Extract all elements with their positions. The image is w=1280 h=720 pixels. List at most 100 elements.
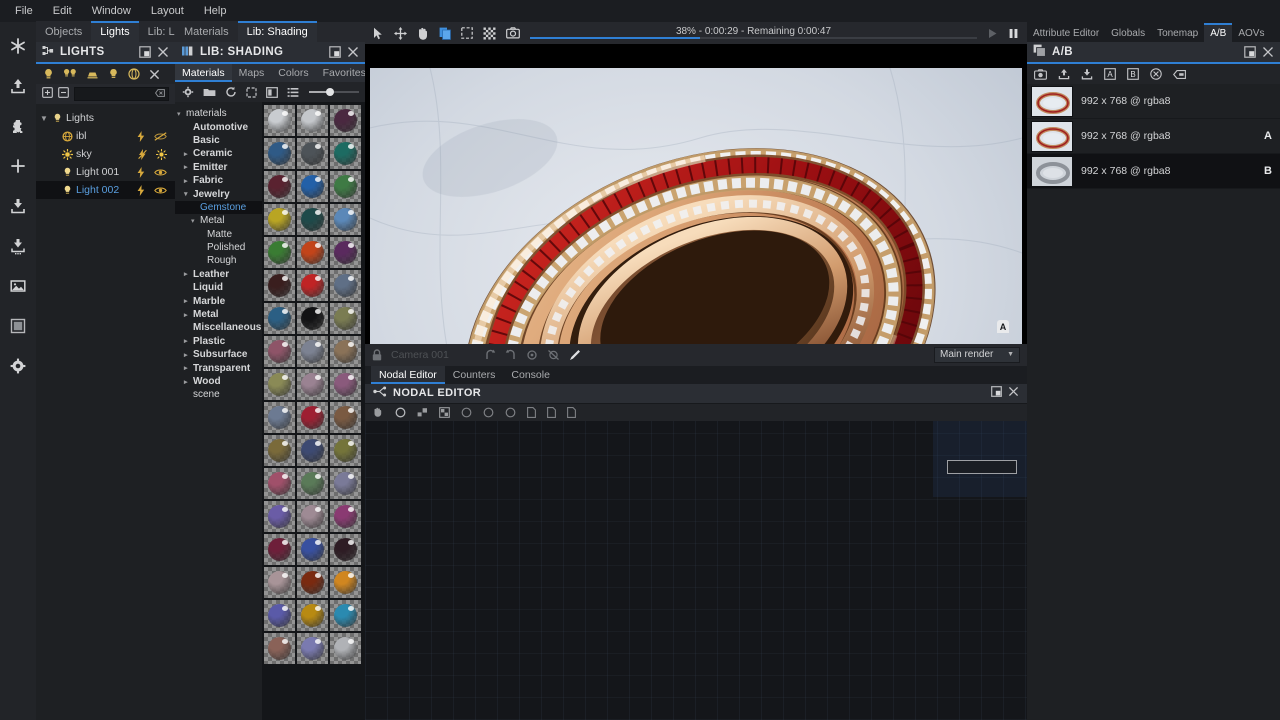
light-power-toggle-icon[interactable] — [137, 166, 145, 178]
chevron-icon[interactable]: ▸ — [184, 337, 193, 345]
material-swatch[interactable] — [264, 204, 295, 235]
material-category-metal[interactable]: ▸ Metal — [175, 308, 262, 321]
light-row-ibl[interactable]: ibl — [36, 127, 175, 145]
material-swatch[interactable] — [264, 402, 295, 433]
material-swatch[interactable] — [264, 567, 295, 598]
material-category-wood[interactable]: ▸ Wood — [175, 375, 262, 388]
lib-subtab-colors[interactable]: Colors — [271, 64, 315, 82]
tab-counters[interactable]: Counters — [445, 366, 504, 384]
add-icon[interactable] — [6, 154, 30, 178]
grab-icon[interactable] — [373, 407, 384, 417]
settings-gear-icon[interactable] — [6, 354, 30, 378]
clear-icon[interactable] — [1150, 68, 1162, 80]
material-swatch[interactable] — [264, 303, 295, 334]
material-swatch[interactable] — [297, 237, 328, 268]
plugin-icon[interactable] — [6, 114, 30, 138]
graph-node[interactable] — [947, 459, 1017, 474]
page3-icon[interactable] — [567, 406, 576, 418]
tab-console[interactable]: Console — [503, 366, 558, 384]
render-canvas[interactable]: A — [365, 44, 1027, 344]
light-row-light-002[interactable]: Light 002 — [36, 181, 175, 199]
material-swatch[interactable] — [330, 237, 361, 268]
material-swatch[interactable] — [330, 567, 361, 598]
material-swatch[interactable] — [297, 171, 328, 202]
select-arrow-icon[interactable] — [373, 27, 384, 40]
light-power-toggle-icon[interactable] — [137, 184, 145, 196]
light-row-light-001[interactable]: Light 001 — [36, 163, 175, 181]
tab-tonemap[interactable]: Tonemap — [1151, 25, 1204, 42]
ab-render-item[interactable]: 992 x 768 @ rgba8 A — [1027, 119, 1280, 154]
material-swatch[interactable] — [264, 369, 295, 400]
material-swatch[interactable] — [264, 600, 295, 631]
lib-panel-close-icon[interactable] — [347, 46, 359, 58]
area-light-icon[interactable] — [86, 69, 99, 80]
page2-icon[interactable] — [547, 406, 556, 418]
render-region-select-icon[interactable] — [461, 27, 473, 39]
material-swatch[interactable] — [264, 435, 295, 466]
light-visibility-toggle-icon[interactable] — [154, 167, 167, 178]
material-swatch[interactable] — [264, 336, 295, 367]
texture-node-icon[interactable] — [439, 406, 450, 418]
menu-item-file[interactable]: File — [6, 2, 42, 20]
clear-search-icon[interactable] — [154, 88, 165, 100]
lib-subtab-materials[interactable]: Materials — [175, 64, 232, 82]
chevron-icon[interactable]: ▸ — [184, 378, 193, 386]
material-swatch[interactable] — [330, 435, 361, 466]
material-swatch[interactable] — [330, 270, 361, 301]
tab-attribute-editor[interactable]: Attribute Editor — [1027, 25, 1105, 42]
lights-tree-root[interactable]: ▼ Lights — [36, 109, 175, 127]
chevron-icon[interactable]: ▸ — [184, 270, 193, 278]
camera-out-icon[interactable] — [484, 349, 496, 361]
light-row-sky[interactable]: sky — [36, 145, 175, 163]
render-region-icon[interactable] — [6, 314, 30, 338]
material-swatch[interactable] — [264, 105, 295, 136]
material-swatch[interactable] — [264, 468, 295, 499]
page-icon[interactable] — [527, 406, 536, 418]
nodal-canvas[interactable] — [365, 420, 1027, 720]
set-a-icon[interactable]: A — [1104, 68, 1116, 80]
node-icon[interactable] — [417, 407, 428, 418]
material-category-marble[interactable]: ▸ Marble — [175, 294, 262, 307]
tab-globals[interactable]: Globals — [1105, 25, 1151, 42]
material-swatch[interactable] — [264, 501, 295, 532]
menu-item-edit[interactable]: Edit — [44, 2, 81, 20]
material-category-fabric[interactable]: ▸ Fabric — [175, 174, 262, 187]
import-icon[interactable] — [6, 194, 30, 218]
material-swatch[interactable] — [330, 600, 361, 631]
lights-panel-close-icon[interactable] — [157, 46, 169, 58]
material-swatch[interactable] — [297, 501, 328, 532]
nodal-close-icon[interactable] — [1008, 386, 1019, 400]
material-swatch[interactable] — [297, 336, 328, 367]
pick-focus-icon[interactable] — [569, 349, 581, 361]
light-power-toggle-icon[interactable] — [137, 130, 145, 142]
thumbnail-size-slider[interactable] — [308, 86, 360, 98]
tab-nodal-editor[interactable]: Nodal Editor — [371, 365, 445, 384]
ab-render-item[interactable]: 992 x 768 @ rgba8 — [1027, 84, 1280, 119]
tab-lib-shading[interactable]: Lib: Shading — [237, 21, 317, 42]
lock-icon[interactable] — [372, 348, 382, 361]
image-icon[interactable] — [6, 274, 30, 298]
material-swatch[interactable] — [297, 303, 328, 334]
pixel-filter-icon[interactable] — [483, 27, 496, 40]
delete-icon[interactable] — [1173, 69, 1186, 79]
material-swatch[interactable] — [330, 204, 361, 235]
light-visibility-toggle-icon[interactable] — [156, 148, 167, 160]
circle-outline-icon[interactable] — [461, 407, 472, 418]
tab-a-b[interactable]: A/B — [1204, 23, 1233, 42]
material-swatch[interactable] — [330, 369, 361, 400]
material-swatch[interactable] — [330, 303, 361, 334]
material-swatch[interactable] — [330, 105, 361, 136]
circle-outline3-icon[interactable] — [505, 407, 516, 418]
chevron-icon[interactable]: ▸ — [184, 351, 193, 359]
lib-subtab-maps[interactable]: Maps — [232, 64, 272, 82]
material-category-polished[interactable]: Polished — [175, 241, 262, 254]
material-swatch[interactable] — [330, 171, 361, 202]
material-category-basic[interactable]: Basic — [175, 134, 262, 147]
menu-item-layout[interactable]: Layout — [142, 2, 193, 20]
move-icon[interactable] — [394, 26, 407, 40]
chevron-icon[interactable]: ▸ — [184, 297, 193, 305]
material-category-liquid[interactable]: Liquid — [175, 281, 262, 294]
material-swatch[interactable] — [330, 468, 361, 499]
snapshot-icon[interactable] — [1034, 68, 1047, 80]
material-swatch[interactable] — [330, 402, 361, 433]
